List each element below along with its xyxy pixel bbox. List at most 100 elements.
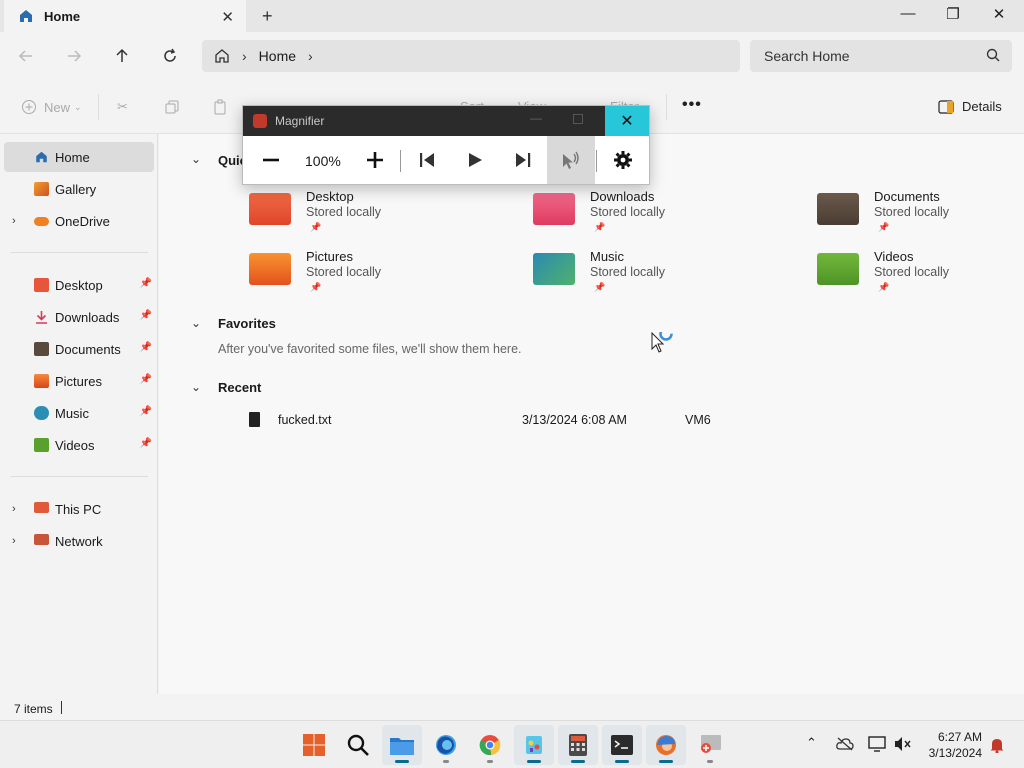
sidebar-item-gallery[interactable]: Gallery	[4, 174, 154, 204]
taskbar-calculator[interactable]	[558, 725, 598, 765]
system-clock[interactable]: 6:27 AM 3/13/2024	[922, 729, 982, 761]
file-name: fucked.txt	[278, 413, 332, 427]
cut-button[interactable]: ✂	[117, 99, 128, 115]
play-button[interactable]	[457, 136, 493, 184]
next-button[interactable]	[505, 136, 541, 184]
calculator-icon	[569, 734, 587, 756]
item-count: 7 items	[14, 702, 53, 716]
magnifier-minimize-button[interactable]: —	[530, 111, 542, 125]
quick-access-videos[interactable]: Videos Stored locally 📌	[817, 249, 1024, 303]
copy-button[interactable]	[164, 99, 180, 115]
quick-access-documents[interactable]: Documents Stored locally 📌	[817, 189, 1024, 243]
pin-icon[interactable]: 📌	[140, 278, 152, 289]
taskbar-magnifier[interactable]	[690, 725, 730, 765]
forward-button[interactable]	[62, 44, 86, 68]
minimize-button[interactable]: —	[893, 5, 923, 22]
pin-icon[interactable]: 📌	[140, 406, 152, 417]
taskbar-edge[interactable]	[646, 725, 686, 765]
taskbar-file-explorer[interactable]	[382, 725, 422, 765]
pin-icon[interactable]: 📌	[140, 310, 152, 321]
address-bar[interactable]: › Home ›	[202, 40, 740, 72]
close-tab-button[interactable]: ✕	[221, 8, 234, 26]
magnifier-settings-button[interactable]	[605, 136, 641, 184]
tile-subtitle: Stored locally	[306, 205, 382, 219]
favorites-title[interactable]: Favorites	[218, 316, 276, 331]
details-pane-button[interactable]: Details	[938, 99, 1002, 114]
taskbar-chrome[interactable]	[470, 725, 510, 765]
chevron-right-icon[interactable]: ›	[12, 503, 16, 515]
quick-access-music[interactable]: Music Stored locally 📌	[533, 249, 793, 303]
tab-home[interactable]: Home ✕	[4, 0, 246, 32]
pin-icon[interactable]: 📌	[140, 342, 152, 353]
show-hidden-icons-button[interactable]: ⌃	[806, 735, 817, 751]
zoom-out-button[interactable]	[253, 136, 289, 184]
pin-icon[interactable]: 📌	[140, 374, 152, 385]
sidebar-item-music[interactable]: Music 📌	[4, 398, 154, 428]
previous-button[interactable]	[409, 136, 445, 184]
back-button[interactable]	[14, 44, 38, 68]
chevron-right-icon[interactable]: ›	[12, 215, 16, 227]
zoom-in-button[interactable]	[357, 136, 393, 184]
home-icon	[20, 10, 32, 22]
chevron-right-icon[interactable]: ›	[12, 535, 16, 547]
quick-access-desktop[interactable]: Desktop Stored locally 📌	[249, 189, 509, 243]
taskbar-paint[interactable]	[514, 725, 554, 765]
running-indicator	[615, 760, 629, 763]
sidebar-item-onedrive[interactable]: › OneDrive	[4, 206, 154, 236]
plus-circle-icon	[22, 100, 36, 114]
sidebar-item-documents[interactable]: Documents 📌	[4, 334, 154, 364]
firefox-icon	[436, 735, 456, 755]
quick-access-pictures[interactable]: Pictures Stored locally 📌	[249, 249, 509, 303]
skip-back-icon	[420, 153, 434, 167]
folder-icon	[817, 193, 859, 225]
start-button[interactable]	[294, 725, 334, 765]
close-window-button[interactable]: ✕	[984, 5, 1014, 23]
recent-title[interactable]: Recent	[218, 380, 261, 395]
documents-icon	[34, 342, 49, 356]
sidebar-item-home[interactable]: Home	[4, 142, 154, 172]
notification-bell-icon[interactable]	[989, 737, 1005, 753]
paste-button[interactable]	[212, 99, 228, 115]
read-from-here-button[interactable]	[547, 136, 595, 184]
edge-icon	[656, 735, 676, 755]
more-options-button[interactable]: •••	[682, 96, 702, 114]
chevron-down-icon[interactable]: ⌄	[191, 380, 201, 394]
network-tray-icon[interactable]	[868, 736, 886, 752]
arrow-up-icon	[116, 48, 128, 62]
magnifier-maximize-button[interactable]	[573, 114, 583, 124]
divider	[98, 94, 99, 120]
sidebar-item-videos[interactable]: Videos 📌	[4, 430, 154, 460]
taskbar-terminal[interactable]	[602, 725, 642, 765]
up-button[interactable]	[110, 44, 134, 68]
search-box[interactable]: Search Home	[750, 40, 1012, 72]
chevron-down-icon[interactable]: ⌄	[191, 316, 201, 330]
recent-file-row[interactable]: fucked.txt 3/13/2024 6:08 AM VM6	[245, 410, 845, 430]
taskbar-search-button[interactable]	[338, 725, 378, 765]
magnifier-close-button[interactable]: ✕	[605, 106, 649, 136]
sidebar-item-network[interactable]: › Network	[4, 526, 154, 556]
volume-muted-icon[interactable]	[894, 736, 912, 752]
magnifier-title-bar[interactable]: Magnifier — ✕	[243, 106, 649, 136]
taskbar: ⌃ 6:27 AM 3/13/2024	[0, 720, 1024, 768]
pin-icon[interactable]: 📌	[140, 438, 152, 449]
chevron-down-icon[interactable]: ⌄	[191, 152, 201, 166]
text-file-icon	[249, 412, 260, 427]
taskbar-firefox[interactable]	[426, 725, 466, 765]
maximize-button[interactable]: ❐	[938, 5, 968, 23]
desktop-icon	[34, 278, 49, 292]
breadcrumb-home[interactable]: Home	[259, 48, 296, 64]
quick-access-downloads[interactable]: Downloads Stored locally 📌	[533, 189, 793, 243]
magnifier-window: Magnifier — ✕ 100%	[242, 105, 650, 185]
chevron-right-icon[interactable]: ›	[308, 48, 313, 64]
arrow-right-icon	[68, 50, 82, 62]
new-button[interactable]: New ⌄	[21, 99, 82, 115]
search-icon	[986, 48, 1000, 62]
sidebar-item-pictures[interactable]: Pictures 📌	[4, 366, 154, 396]
onedrive-tray-icon[interactable]	[836, 737, 854, 751]
sidebar-item-label: Desktop	[55, 277, 103, 293]
sidebar-item-downloads[interactable]: Downloads 📌	[4, 302, 154, 332]
refresh-button[interactable]	[158, 44, 182, 68]
sidebar-item-desktop[interactable]: Desktop 📌	[4, 270, 154, 300]
new-tab-button[interactable]: +	[262, 6, 273, 27]
sidebar-item-this-pc[interactable]: › This PC	[4, 494, 154, 524]
